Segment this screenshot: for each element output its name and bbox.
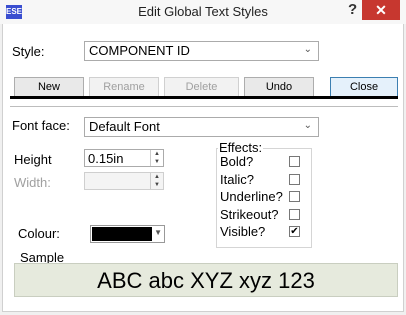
italic-checkbox[interactable] — [289, 174, 300, 185]
sample-text: ABC abc XYZ xyz 123 — [97, 268, 315, 293]
height-spinner[interactable]: ▲ ▼ — [150, 150, 163, 166]
height-label: Height — [14, 152, 52, 167]
chevron-down-icon: ⌄ — [303, 120, 312, 131]
height-input[interactable]: 0.15in ▲ ▼ — [84, 149, 164, 167]
new-button[interactable]: New — [14, 77, 84, 97]
font-face-label: Font face: — [12, 118, 70, 133]
divider-thick — [10, 96, 398, 99]
spin-down-icon[interactable]: ▼ — [151, 158, 163, 166]
window-title: Edit Global Text Styles — [138, 4, 268, 19]
style-value: COMPONENT ID — [89, 43, 190, 58]
colour-label: Colour: — [18, 226, 60, 241]
visible-checkbox[interactable]: ✔ — [289, 226, 300, 237]
spin-down-icon[interactable]: ▼ — [151, 181, 163, 189]
window-close-button[interactable]: ✕ — [362, 0, 400, 20]
spin-up-icon[interactable]: ▲ — [151, 150, 163, 158]
strikeout-checkbox[interactable] — [289, 209, 300, 220]
effects-title: Effects: — [218, 140, 264, 155]
width-label: Width: — [14, 175, 51, 190]
chevron-down-icon: ⌄ — [303, 44, 312, 55]
width-spinner[interactable]: ▲ ▼ — [150, 173, 163, 189]
width-input[interactable]: ▲ ▼ — [84, 172, 164, 190]
strikeout-label: Strikeout? — [220, 207, 279, 222]
sample-preview: ABC abc XYZ xyz 123 — [14, 263, 398, 297]
italic-label: Italic? — [220, 172, 254, 187]
title-bar: ESE Edit Global Text Styles ? ✕ — [0, 0, 406, 24]
visible-label: Visible? — [220, 224, 266, 239]
font-face-value: Default Font — [89, 119, 160, 134]
height-value: 0.15in — [88, 151, 124, 166]
underline-label: Underline? — [220, 189, 283, 204]
divider — [10, 106, 398, 107]
colour-picker[interactable]: ▼ — [90, 225, 165, 243]
delete-button[interactable]: Delete — [164, 77, 239, 97]
bold-label: Bold? — [220, 154, 254, 169]
font-face-dropdown[interactable]: Default Font ⌄ — [84, 117, 319, 137]
rename-button[interactable]: Rename — [89, 77, 159, 97]
style-dropdown[interactable]: COMPONENT ID ⌄ — [84, 41, 319, 61]
colour-swatch-fill — [92, 227, 152, 241]
bold-checkbox[interactable] — [289, 156, 300, 167]
chevron-down-icon: ▼ — [154, 228, 162, 237]
close-button[interactable]: Close — [330, 77, 398, 97]
style-label: Style: — [12, 44, 45, 59]
undo-button[interactable]: Undo — [244, 77, 314, 97]
underline-checkbox[interactable] — [289, 191, 300, 202]
spin-up-icon[interactable]: ▲ — [151, 173, 163, 181]
help-button[interactable]: ? — [348, 1, 360, 18]
